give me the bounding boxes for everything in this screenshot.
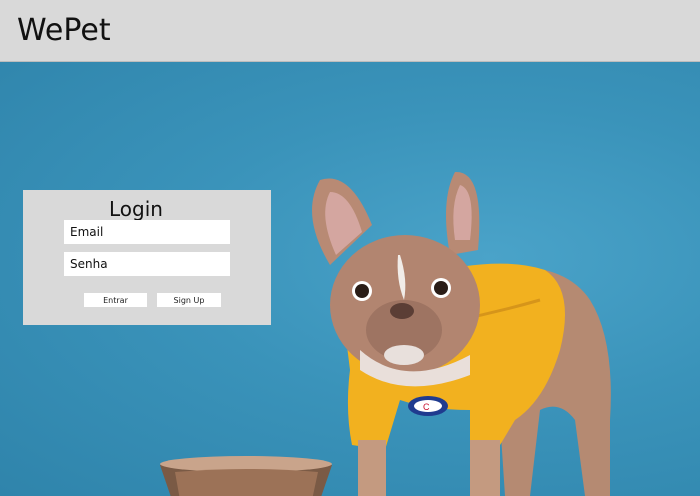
brand-logo[interactable]: WePet xyxy=(17,13,111,48)
enter-button[interactable]: Entrar xyxy=(84,293,147,307)
food-bowl xyxy=(160,456,332,496)
login-title: Login xyxy=(109,197,163,221)
login-panel: Login Entrar Sign Up xyxy=(23,190,271,325)
svg-text:C: C xyxy=(423,402,430,412)
password-field[interactable] xyxy=(64,252,230,276)
sign-up-button[interactable]: Sign Up xyxy=(157,293,221,307)
email-field[interactable] xyxy=(64,220,230,244)
top-header: WePet xyxy=(0,0,700,62)
